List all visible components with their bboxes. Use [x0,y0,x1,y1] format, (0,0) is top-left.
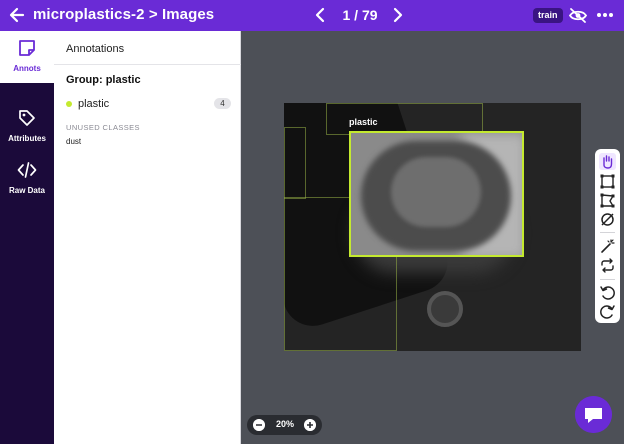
microscope-image[interactable] [284,103,581,351]
null-icon[interactable] [599,211,616,228]
previous-image-icon[interactable] [312,6,328,24]
more-options-icon[interactable] [596,6,614,24]
nav-annots-label: Annots [13,64,41,73]
class-count-badge: 4 [214,98,231,109]
unused-classes-heading: UNUSED CLASSES [66,123,140,132]
left-navigation: Annots Attributes Raw Data [0,31,54,444]
panel-title: Annotations [66,43,125,55]
tag-icon [19,110,35,126]
back-arrow-icon[interactable] [8,5,26,25]
image-bubble [427,291,463,327]
nav-raw-data[interactable]: Raw Data [0,153,54,205]
top-bar: microplastics-2 > Images 1 / 79 train [0,0,624,31]
particle-core [391,157,481,227]
redo-icon[interactable] [599,303,616,320]
selected-annotation-box[interactable] [349,131,524,257]
class-name: plastic [78,98,110,110]
group-heading: Group: plastic [66,74,141,86]
annotation-label: plastic [349,117,378,127]
annotation-box[interactable] [284,127,306,199]
unused-class-dust[interactable]: dust [66,137,81,146]
annotations-panel: Annotations Group: plastic plastic 4 UNU… [54,31,241,444]
polygon-icon[interactable] [599,192,616,209]
zoom-control: 20% [247,415,322,435]
next-image-icon[interactable] [390,6,406,24]
zoom-in-icon[interactable] [304,419,316,431]
hand-icon[interactable] [599,153,616,170]
annotation-canvas[interactable]: plastic 20% [241,31,624,444]
split-badge[interactable]: train [533,8,563,23]
hide-annotations-icon[interactable] [568,7,588,24]
magic-wand-icon[interactable] [599,238,616,255]
undo-icon[interactable] [599,284,616,301]
chat-icon[interactable] [575,396,612,433]
note-icon [19,40,35,56]
class-color-dot [66,101,72,107]
zoom-level: 20% [275,419,294,429]
nav-annots[interactable]: Annots [0,31,54,83]
code-icon [17,162,37,178]
bounding-box-icon[interactable] [599,173,616,190]
page-title: microplastics-2 > Images [33,6,215,23]
zoom-out-icon[interactable] [253,419,265,431]
annotation-toolbar [595,149,620,323]
nav-attributes[interactable]: Attributes [0,101,54,153]
class-row-plastic[interactable]: plastic 4 [66,96,231,112]
nav-raw-data-label: Raw Data [8,186,45,195]
panel-divider [54,64,241,65]
toolbar-divider [600,279,615,280]
repeat-icon[interactable] [599,257,616,274]
image-counter: 1 / 79 [342,7,378,23]
nav-attributes-label: Attributes [8,134,46,143]
toolbar-divider [600,232,615,233]
image-pager: 1 / 79 [310,4,410,26]
